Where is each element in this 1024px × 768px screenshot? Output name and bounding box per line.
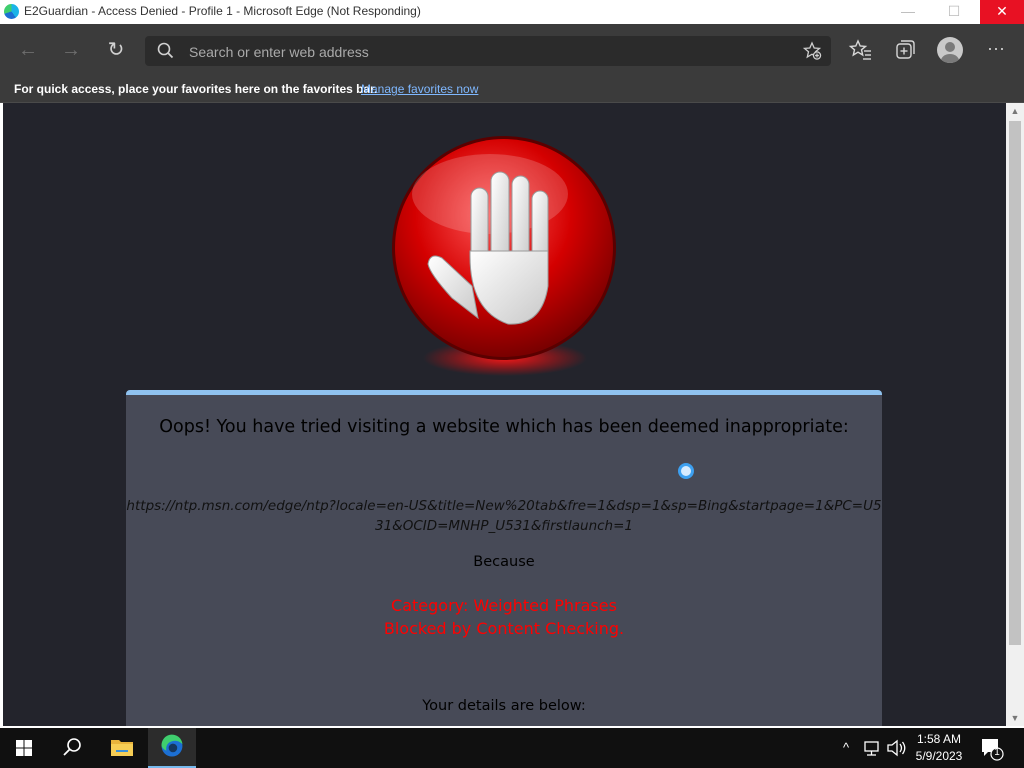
notification-icon (982, 739, 1004, 761)
page-heading: Oops! You have tried visiting a website … (159, 417, 849, 437)
scroll-down-arrow-icon[interactable]: ▼ (1006, 710, 1024, 726)
stop-hand-icon (392, 136, 616, 376)
file-explorer-icon[interactable] (98, 728, 146, 768)
browser-toolbar: ← → ↻ ··· (0, 24, 1024, 76)
volume-icon[interactable] (884, 728, 908, 768)
add-favorite-icon[interactable] (801, 40, 823, 62)
window-title: E2Guardian - Access Denied - Profile 1 -… (24, 4, 421, 18)
network-icon[interactable] (860, 728, 884, 768)
notification-center-button[interactable]: 1 (978, 736, 1006, 762)
address-bar[interactable] (145, 36, 831, 66)
edge-logo-icon (4, 4, 19, 19)
favorites-bar-message: For quick access, place your favorites h… (14, 82, 378, 96)
clock-time: 1:58 AM (916, 732, 962, 746)
profile-avatar[interactable] (937, 37, 963, 63)
collections-icon[interactable] (892, 37, 918, 63)
manage-favorites-link[interactable]: Manage favorites now (361, 82, 478, 96)
scrollbar-thumb[interactable] (1009, 121, 1021, 645)
back-button[interactable]: ← (15, 37, 41, 63)
vertical-scrollbar[interactable]: ▲ ▼ (1006, 103, 1024, 726)
maximize-button[interactable]: ☐ (932, 0, 976, 24)
search-icon (157, 42, 174, 59)
edge-taskbar-icon[interactable] (148, 728, 196, 768)
window-titlebar: E2Guardian - Access Denied - Profile 1 -… (0, 0, 1024, 25)
scroll-up-arrow-icon[interactable]: ▲ (1006, 103, 1024, 119)
reload-button[interactable]: ↻ (103, 37, 129, 63)
because-label: Because (473, 554, 535, 570)
user-icon (941, 42, 959, 63)
page-content: Oops! You have tried visiting a website … (3, 103, 1006, 726)
address-input[interactable] (187, 40, 771, 64)
favorites-icon[interactable] (848, 37, 874, 63)
forward-button[interactable]: → (58, 37, 84, 63)
access-denied-panel: Oops! You have tried visiting a website … (126, 390, 882, 726)
taskbar-search-icon[interactable] (48, 728, 96, 768)
more-menu-button[interactable]: ··· (983, 37, 1009, 63)
clock-date: 5/9/2023 (915, 749, 963, 763)
details-label: Your details are below: (422, 698, 586, 714)
taskbar-clock[interactable]: 1:58 AM 5/9/2023 (906, 731, 972, 765)
block-reason: Category: Weighted Phrases Blocked by Co… (126, 594, 882, 640)
blocked-url: https://ntp.msn.com/edge/ntp?locale=en-U… (126, 498, 882, 534)
block-reason-text: Blocked by Content Checking. (383, 619, 625, 638)
show-hidden-icons-button[interactable]: ^ (836, 728, 856, 768)
block-category: Category: Weighted Phrases (391, 596, 617, 615)
minimize-button[interactable]: — (886, 0, 930, 24)
loading-spinner-icon (678, 463, 694, 479)
windows-taskbar: ^ 1:58 AM 5/9/2023 1 (0, 728, 1024, 768)
favorites-bar: For quick access, place your favorites h… (0, 76, 1024, 103)
notification-count: 1 (994, 747, 1000, 758)
close-button[interactable]: ✕ (980, 0, 1024, 24)
windows-start-icon[interactable] (0, 728, 48, 768)
